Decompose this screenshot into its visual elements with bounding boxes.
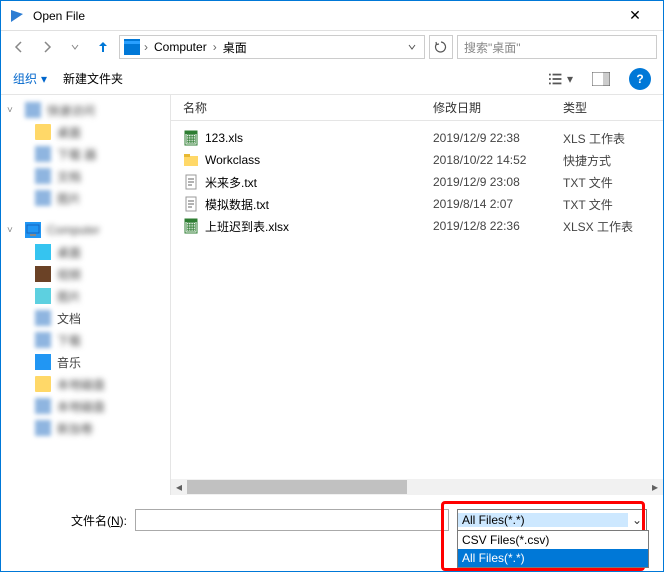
breadcrumb-computer[interactable]: Computer — [152, 38, 209, 56]
filetype-selected: All Files(*.*) — [458, 513, 628, 527]
sidebar-item[interactable]: ˅快速访问 — [1, 99, 170, 121]
sidebar-item[interactable]: 文档 — [1, 165, 170, 187]
location-icon — [124, 39, 140, 55]
breadcrumb-desktop[interactable]: 桌面 — [221, 37, 249, 58]
file-date: 2019/12/8 22:36 — [433, 219, 563, 233]
search-input[interactable]: 搜索"桌面" — [457, 35, 657, 59]
address-bar[interactable]: › Computer › 桌面 — [119, 35, 425, 59]
file-name: Workclass — [205, 153, 433, 167]
svg-text:▦: ▦ — [185, 219, 196, 233]
file-icon: ▦ — [183, 218, 199, 234]
chevron-right-icon[interactable]: › — [213, 40, 217, 54]
open-file-dialog: Open File ✕ › Computer › 桌面 搜索"桌面" 组织 ▾ — [0, 0, 664, 572]
scroll-left-icon[interactable]: ◂ — [171, 479, 187, 495]
body-area: ˅快速访问 桌面 下载 器 文档 图片 ˅Computer 桌面 视频 图片 文… — [1, 95, 663, 495]
refresh-button[interactable] — [429, 35, 453, 59]
file-name: 米来多.txt — [205, 174, 433, 191]
file-row[interactable]: ▦ 上班迟到表.xlsx2019/12/8 22:36XLSX 工作表 — [171, 215, 663, 237]
app-icon — [9, 8, 25, 24]
titlebar: Open File ✕ — [1, 1, 663, 31]
chevron-down-icon: ▾ — [41, 72, 47, 86]
nav-sidebar: ˅快速访问 桌面 下载 器 文档 图片 ˅Computer 桌面 视频 图片 文… — [1, 95, 171, 495]
horizontal-scrollbar[interactable]: ◂ ▸ — [171, 479, 663, 495]
svg-text:▦: ▦ — [185, 131, 196, 145]
forward-button[interactable] — [35, 35, 59, 59]
bottom-panel: 文件名(N): All Files(*.*) ⌄ CSV Files(*.csv… — [1, 495, 663, 545]
sidebar-item[interactable]: 下载 — [1, 329, 170, 351]
file-type: XLS 工作表 — [563, 130, 651, 147]
filetype-option-csv[interactable]: CSV Files(*.csv) — [458, 531, 648, 549]
file-type: TXT 文件 — [563, 174, 651, 191]
file-list[interactable]: ▦123.xls2019/12/9 22:38XLS 工作表Workclass2… — [171, 121, 663, 495]
file-name: 上班迟到表.xlsx — [205, 218, 433, 235]
sidebar-item[interactable]: 音乐 — [1, 351, 170, 373]
filetype-dropdown: CSV Files(*.csv) All Files(*.*) — [457, 530, 649, 568]
sidebar-item[interactable]: 图片 — [1, 187, 170, 209]
sidebar-item[interactable]: 下载 器 — [1, 143, 170, 165]
file-row[interactable]: Workclass2018/10/22 14:52快捷方式 — [171, 149, 663, 171]
file-icon — [183, 152, 199, 168]
nav-bar: › Computer › 桌面 搜索"桌面" — [1, 31, 663, 63]
file-name: 模拟数据.txt — [205, 196, 433, 213]
breadcrumb: › Computer › 桌面 — [144, 37, 400, 58]
file-date: 2019/8/14 2:07 — [433, 197, 563, 211]
file-row[interactable]: ▦ 123.xls2019/12/9 22:38XLS 工作表 — [171, 127, 663, 149]
content-area: 名称 修改日期 类型 ▦ 123.xls2019/12/9 22:38XLS 工作… — [171, 95, 663, 495]
scrollbar-thumb[interactable] — [187, 480, 407, 494]
file-type: XLSX 工作表 — [563, 218, 651, 235]
sidebar-item-computer[interactable]: ˅Computer — [1, 219, 170, 241]
scroll-right-icon[interactable]: ▸ — [647, 479, 663, 495]
sidebar-item[interactable]: 本地磁盘 — [1, 373, 170, 395]
chevron-down-icon: ⌄ — [628, 513, 646, 527]
help-button[interactable]: ? — [629, 68, 651, 90]
sidebar-item[interactable]: 桌面 — [1, 121, 170, 143]
file-row[interactable]: 模拟数据.txt2019/8/14 2:07TXT 文件 — [171, 193, 663, 215]
back-button[interactable] — [7, 35, 31, 59]
recent-dropdown[interactable] — [63, 35, 87, 59]
file-row[interactable]: 米来多.txt2019/12/9 23:08TXT 文件 — [171, 171, 663, 193]
close-button[interactable]: ✕ — [615, 2, 655, 30]
organize-button[interactable]: 组织 ▾ — [13, 70, 47, 87]
view-options-button[interactable]: ▾ — [549, 67, 573, 91]
address-dropdown[interactable] — [404, 36, 420, 58]
sidebar-item[interactable]: 桌面 — [1, 241, 170, 263]
search-placeholder: 搜索"桌面" — [464, 39, 521, 56]
filetype-combobox[interactable]: All Files(*.*) ⌄ CSV Files(*.csv) All Fi… — [457, 509, 647, 531]
chevron-right-icon[interactable]: › — [144, 40, 148, 54]
column-headers: 名称 修改日期 类型 — [171, 95, 663, 121]
file-date: 2019/12/9 23:08 — [433, 175, 563, 189]
sidebar-item[interactable]: 本地磁盘 — [1, 395, 170, 417]
file-type: TXT 文件 — [563, 196, 651, 213]
column-date[interactable]: 修改日期 — [433, 99, 563, 116]
file-icon — [183, 174, 199, 190]
file-date: 2018/10/22 14:52 — [433, 153, 563, 167]
file-type: 快捷方式 — [563, 152, 651, 169]
filetype-option-all[interactable]: All Files(*.*) — [458, 549, 648, 567]
filename-label: 文件名(N): — [17, 512, 127, 529]
sidebar-item[interactable]: 新加卷 — [1, 417, 170, 439]
up-button[interactable] — [91, 35, 115, 59]
sidebar-item[interactable]: 视频 — [1, 263, 170, 285]
sidebar-item[interactable]: 文档 — [1, 307, 170, 329]
filename-input[interactable] — [135, 509, 449, 531]
file-name: 123.xls — [205, 131, 433, 145]
column-type[interactable]: 类型 — [563, 99, 651, 116]
sidebar-item[interactable]: 图片 — [1, 285, 170, 307]
file-icon — [183, 196, 199, 212]
file-date: 2019/12/9 22:38 — [433, 131, 563, 145]
preview-pane-button[interactable] — [589, 67, 613, 91]
toolbar: 组织 ▾ 新建文件夹 ▾ ? — [1, 63, 663, 95]
column-name[interactable]: 名称 — [183, 99, 433, 116]
new-folder-button[interactable]: 新建文件夹 — [63, 70, 123, 87]
window-title: Open File — [33, 9, 615, 23]
file-icon: ▦ — [183, 130, 199, 146]
